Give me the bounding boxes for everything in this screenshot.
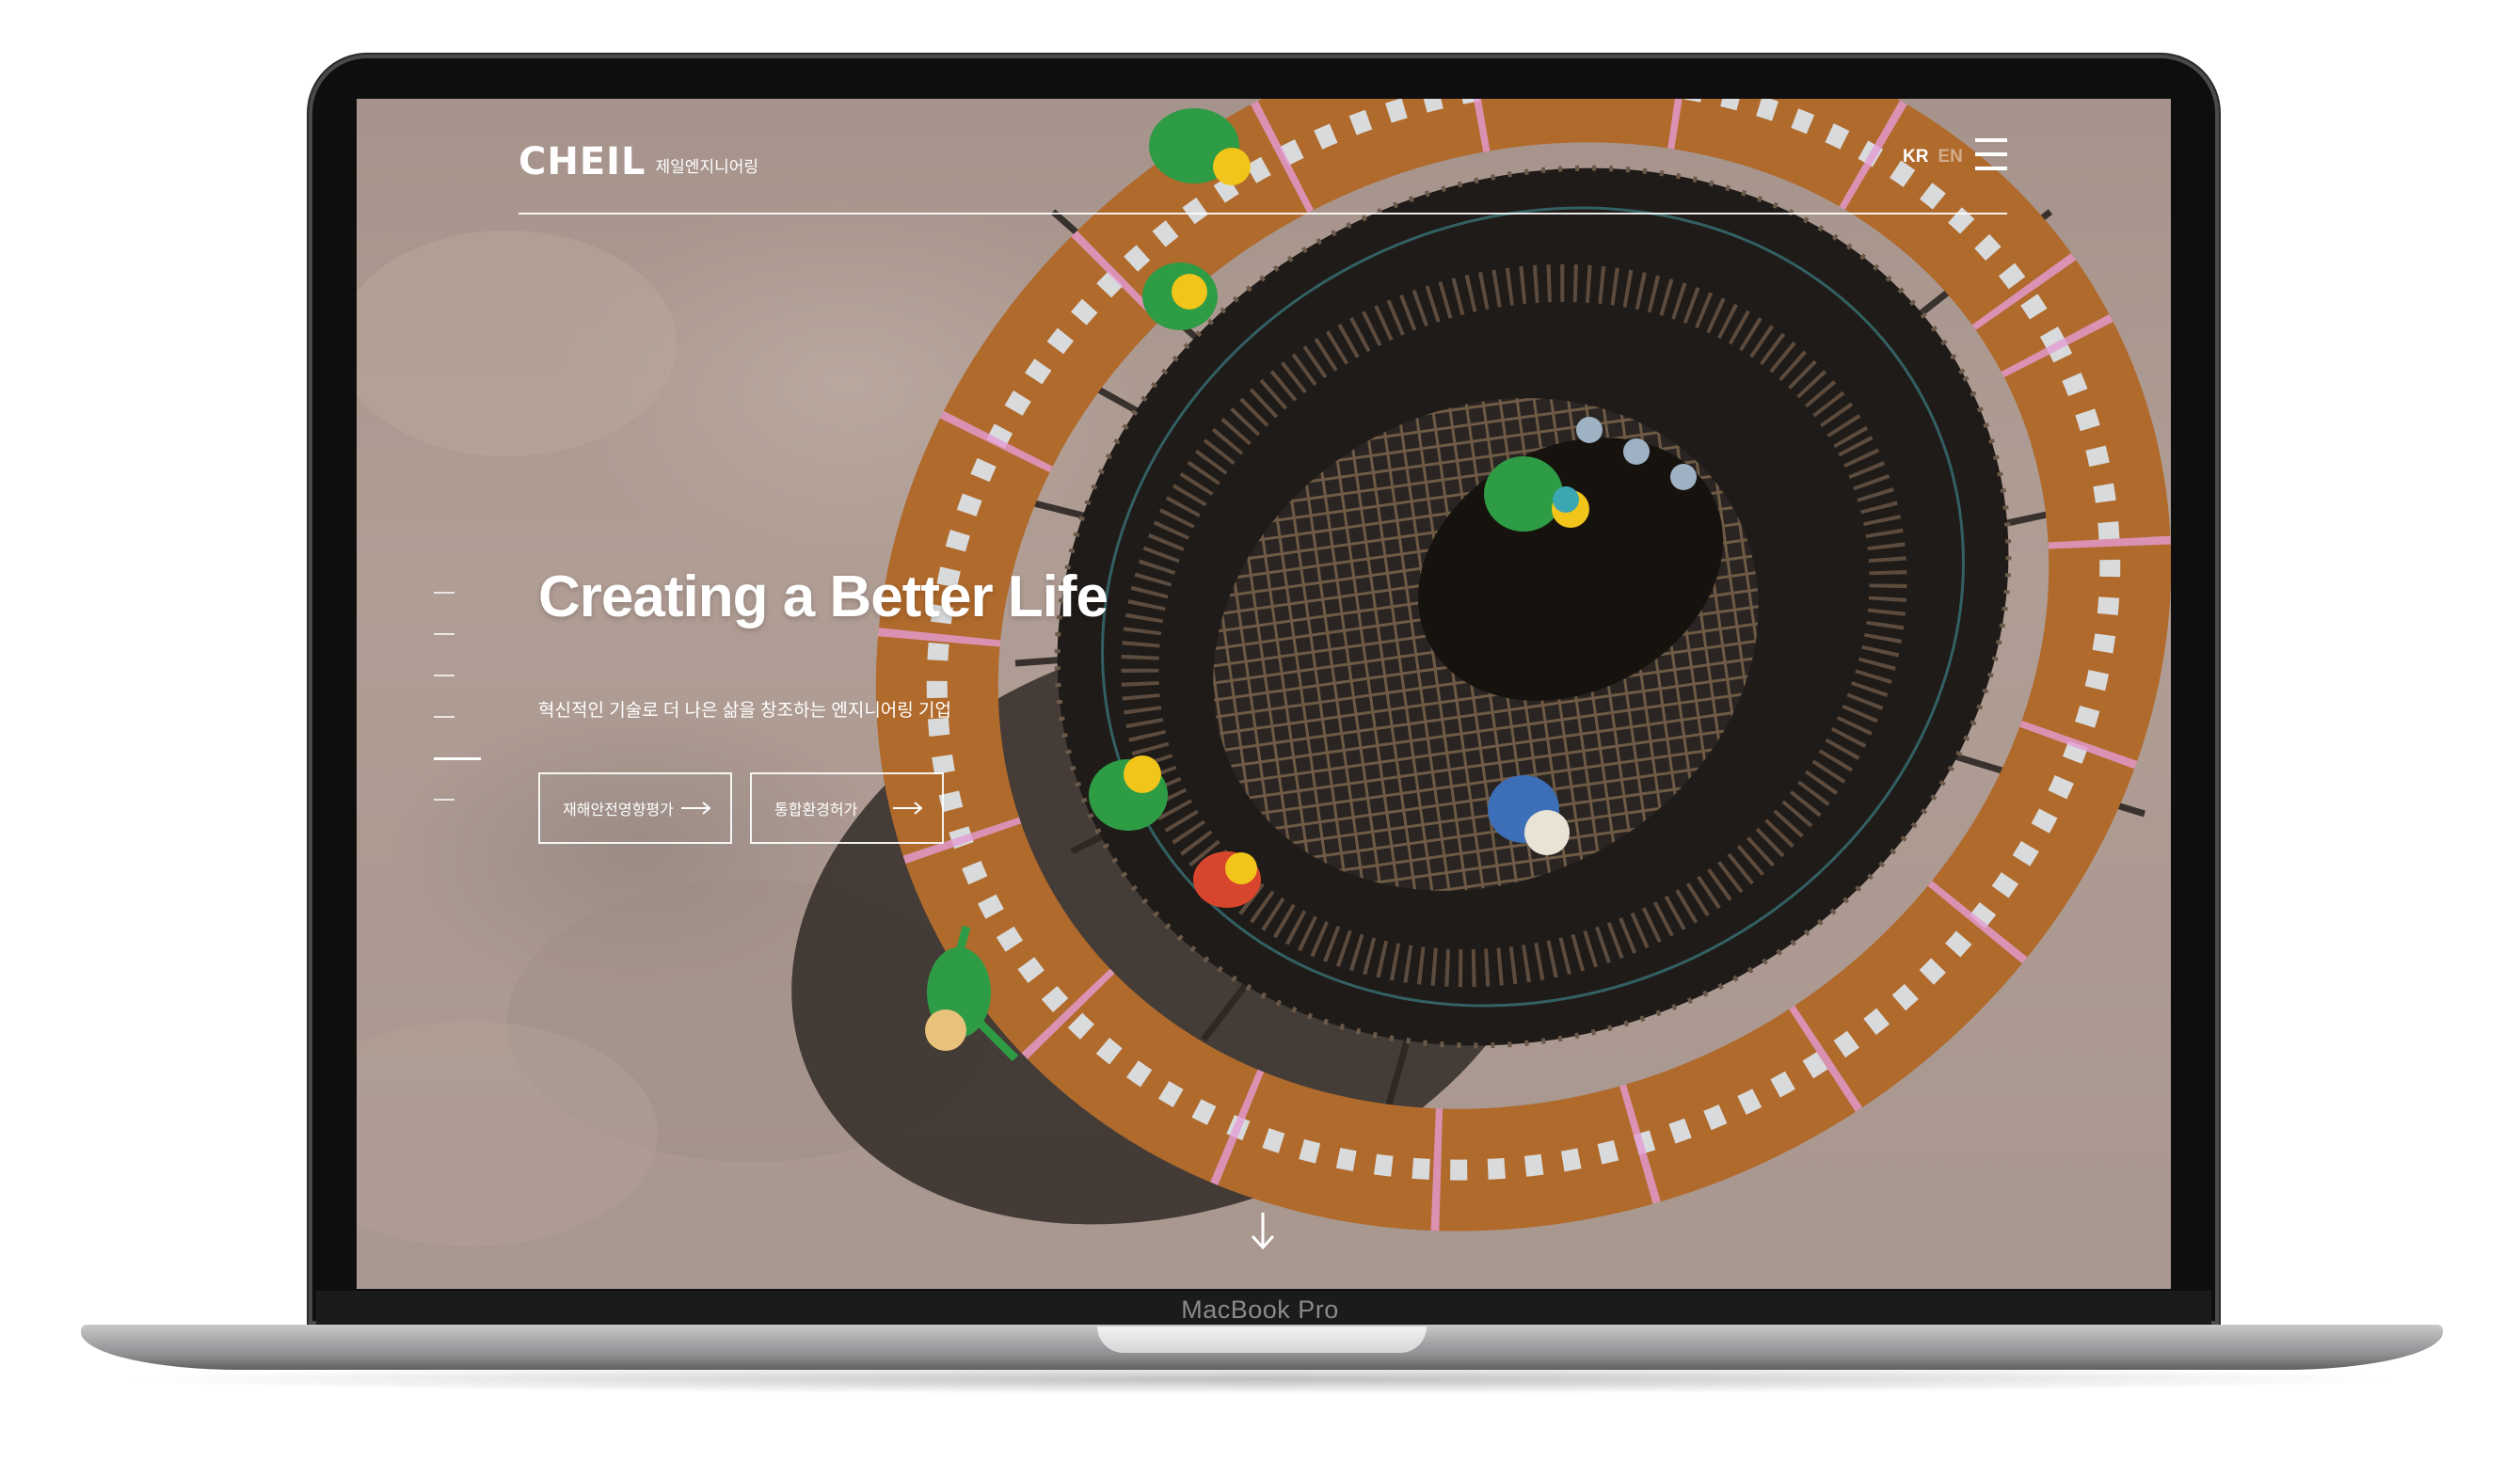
header-divider — [518, 213, 2007, 215]
cta-label: 통합환경허가 — [774, 803, 858, 818]
arrow-right-icon — [681, 802, 711, 815]
laptop-brand-label: MacBook Pro — [1181, 1295, 1339, 1324]
hero-background-photo — [357, 99, 2171, 1247]
laptop-notch — [1097, 1327, 1427, 1353]
disaster-impact-assessment-button[interactable]: 재해안전영향평가 — [538, 772, 732, 844]
website-screen: CHEIL 제일엔지니어링 KR EN Creating a Better Li… — [357, 99, 2171, 1289]
pager-dash-4[interactable] — [434, 716, 455, 718]
hero-subtitle: 혁신적인 기술로 더 나은 삶을 창조하는 엔지니어링 기업 — [538, 701, 951, 721]
pager-dash-2[interactable] — [434, 633, 455, 635]
pager-dash-5[interactable] — [434, 757, 481, 760]
logo-subtitle: 제일엔지니어링 — [655, 158, 759, 176]
arrow-down-icon[interactable] — [1249, 1211, 1277, 1250]
hamburger-icon[interactable] — [1975, 138, 2007, 170]
arrow-right-icon — [893, 802, 923, 815]
cta-label: 재해안전영향평가 — [563, 803, 674, 818]
integrated-environment-permit-button[interactable]: 통합환경허가 — [750, 772, 944, 844]
pager-dash-3[interactable] — [434, 675, 455, 676]
pager-dash-6[interactable] — [434, 799, 455, 801]
lang-en-link[interactable]: EN — [1938, 147, 1962, 167]
hero-title: Creating a Better Life — [538, 564, 1108, 629]
logo-wordmark: CHEIL — [518, 140, 646, 183]
site-logo[interactable]: CHEIL 제일엔지니어링 — [518, 134, 758, 181]
lang-kr-link[interactable]: KR — [1903, 147, 1928, 167]
pager-dash-1[interactable] — [434, 592, 455, 594]
language-switcher: KR EN — [1903, 147, 1963, 167]
